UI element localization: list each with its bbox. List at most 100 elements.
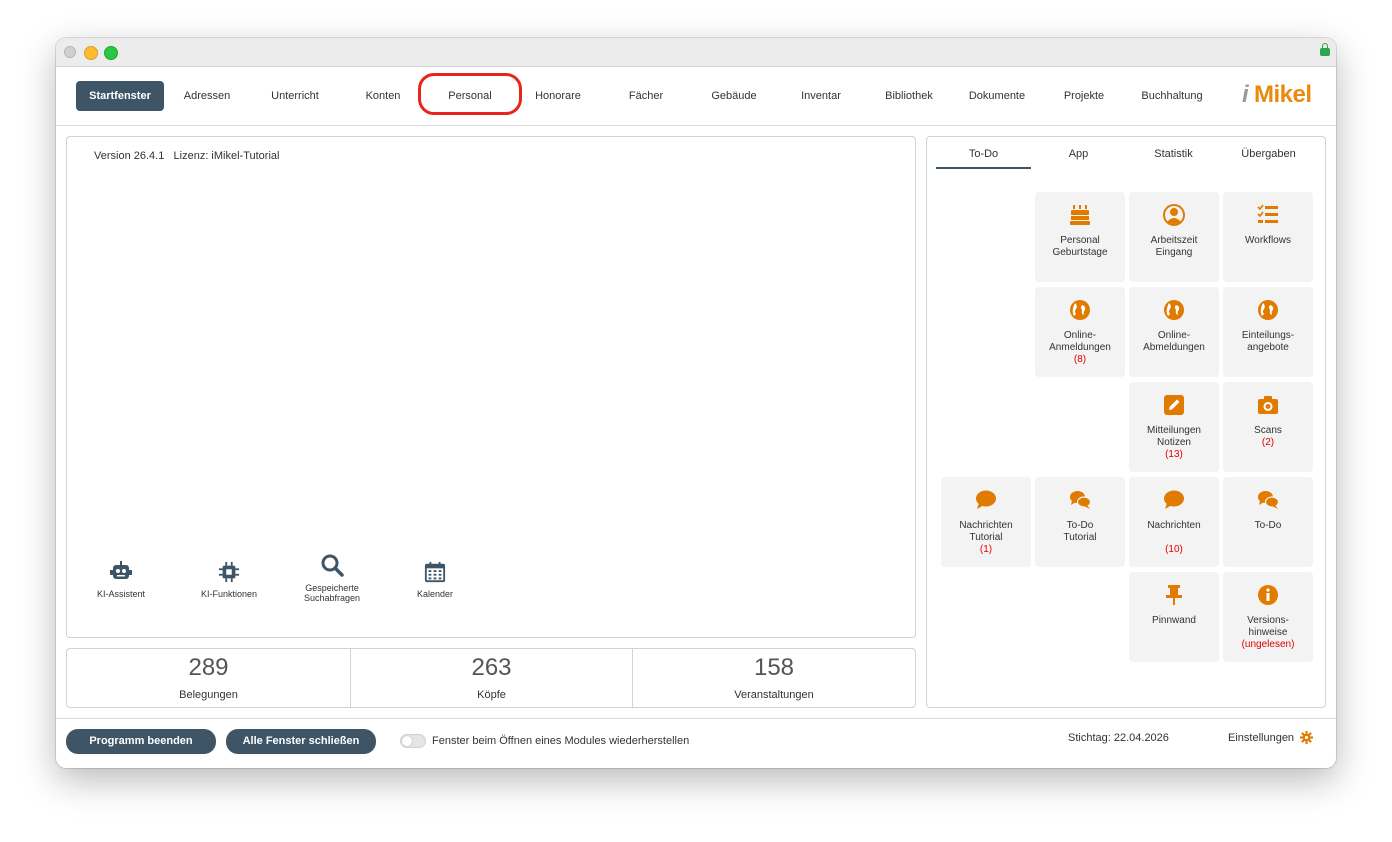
chat-icon bbox=[976, 490, 996, 509]
tile-label: Mitteilungen bbox=[1147, 425, 1201, 436]
search-icon bbox=[321, 554, 344, 577]
tile-versionshinweise[interactable]: Versions-hinweise (ungelesen) bbox=[1223, 572, 1313, 662]
tile-todo[interactable]: To-Do bbox=[1223, 477, 1313, 567]
tile-label: Scans bbox=[1254, 425, 1282, 436]
cake-icon bbox=[1070, 205, 1090, 225]
personal-highlight-ring bbox=[418, 73, 522, 115]
gespeicherte-suchabfragen-button[interactable]: Gespeicherte Suchabfragen bbox=[287, 553, 377, 603]
stat-koepfe[interactable]: 263 Köpfe bbox=[351, 649, 632, 707]
nav-konten[interactable]: Konten bbox=[344, 81, 422, 111]
tile-label: angebote bbox=[1247, 342, 1289, 353]
tile-label: Tutorial bbox=[969, 532, 1003, 543]
kalender-button[interactable]: Kalender bbox=[390, 561, 480, 599]
license-text: Lizenz: iMikel-Tutorial bbox=[173, 150, 280, 162]
pin-icon bbox=[1166, 585, 1182, 605]
tile-label: Personal bbox=[1060, 235, 1100, 246]
tile-label: Pinnwand bbox=[1152, 615, 1196, 626]
tile-workflows[interactable]: Workflows bbox=[1223, 192, 1313, 282]
imikel-logo: i Mikel bbox=[1242, 81, 1312, 108]
stat-value: 263 bbox=[471, 654, 512, 681]
settings-link[interactable]: Einstellungen bbox=[1228, 732, 1294, 744]
ki-funktionen-button[interactable]: KI-Funktionen bbox=[184, 561, 274, 599]
stats-bar: 289 Belegungen 263 Köpfe 158 Veranstaltu… bbox=[66, 648, 916, 708]
tile-nachrichten[interactable]: Nachrichten (10) bbox=[1129, 477, 1219, 567]
app-window: Startfenster Adressen Unterricht Konten … bbox=[56, 38, 1336, 768]
tile-count: (13) bbox=[1165, 449, 1183, 460]
close-all-windows-button[interactable]: Alle Fenster schließen bbox=[226, 729, 376, 754]
stat-label: Veranstaltungen bbox=[734, 689, 814, 701]
zoom-window-button[interactable] bbox=[104, 46, 118, 60]
nav-buchhaltung[interactable]: Buchhaltung bbox=[1133, 81, 1211, 111]
todo-panel: To-Do App Statistik Übergaben Personal Ge… bbox=[926, 136, 1326, 708]
tile-count: (2) bbox=[1261, 437, 1275, 448]
ki-assistent-label: KI-Assistent bbox=[96, 589, 145, 599]
tile-label: Nachrichten bbox=[1147, 520, 1201, 531]
tile-online-abmeldungen[interactable]: Online- Abmeldungen bbox=[1129, 287, 1219, 377]
kalender-label: Kalender bbox=[416, 589, 454, 599]
tile-todo-tutorial[interactable]: To-Do Tutorial bbox=[1035, 477, 1125, 567]
tile-einteilungsangebote[interactable]: Einteilungs-angebote bbox=[1223, 287, 1313, 377]
quit-program-button[interactable]: Programm beenden bbox=[66, 729, 216, 754]
restore-windows-toggle[interactable] bbox=[400, 734, 426, 748]
tile-label: Arbeitszeit bbox=[1150, 235, 1198, 246]
nav-dokumente[interactable]: Dokumente bbox=[958, 81, 1036, 111]
nav-inventar[interactable]: Inventar bbox=[782, 81, 860, 111]
tile-pinnwand[interactable]: Pinnwand bbox=[1129, 572, 1219, 662]
ki-assistent-button[interactable]: KI-Assistent bbox=[76, 561, 166, 599]
version-text: Version 26.4.1 bbox=[94, 150, 165, 162]
tile-label: Anmeldungen bbox=[1049, 342, 1111, 353]
gear-icon[interactable] bbox=[1300, 731, 1313, 744]
tile-label: Versions- bbox=[1247, 615, 1289, 626]
toggle-knob bbox=[402, 736, 412, 746]
tile-label: Online- bbox=[1063, 330, 1097, 341]
tile-label: Eingang bbox=[1155, 247, 1193, 258]
tile-mitteilungen-notizen[interactable]: Mitteilungen Notizen (13) bbox=[1129, 382, 1219, 472]
tile-nachrichten-tutorial[interactable]: Nachrichten Tutorial (1) bbox=[941, 477, 1031, 567]
stat-belegungen[interactable]: 289 Belegungen bbox=[67, 649, 350, 707]
nav-unterricht[interactable]: Unterricht bbox=[256, 81, 334, 111]
chat-icon bbox=[1164, 490, 1184, 509]
globe-icon bbox=[1258, 300, 1278, 320]
restore-windows-label: Fenster beim Öffnen eines Modules wieder… bbox=[432, 735, 690, 747]
suchabfragen-label: Suchabfragen bbox=[303, 593, 361, 603]
tile-label: Nachrichten bbox=[959, 520, 1013, 531]
tile-online-anmeldungen[interactable]: Online- Anmeldungen (8) bbox=[1035, 287, 1125, 377]
nav-faecher[interactable]: Fächer bbox=[607, 81, 685, 111]
tile-count: (10) bbox=[1165, 544, 1183, 555]
nav-gebaeude[interactable]: Gebäude bbox=[695, 81, 773, 111]
gespeicherte-label: Gespeicherte bbox=[305, 583, 359, 593]
tile-label: Workflows bbox=[1245, 235, 1291, 246]
nav-adressen[interactable]: Adressen bbox=[168, 81, 246, 111]
tile-arbeitszeit-eingang[interactable]: Arbeitszeit Eingang bbox=[1129, 192, 1219, 282]
footer-bar: Programm beenden Alle Fenster schließen … bbox=[56, 718, 1336, 768]
nav-projekte[interactable]: Projekte bbox=[1045, 81, 1123, 111]
globe-icon bbox=[1070, 300, 1090, 320]
globe-icon bbox=[1164, 300, 1184, 320]
chip-icon bbox=[218, 561, 240, 583]
tab-statistik[interactable]: Statistik bbox=[1126, 148, 1221, 160]
tile-count: (8) bbox=[1073, 354, 1087, 365]
tile-label: To-Do bbox=[1066, 520, 1094, 531]
ki-funktionen-label: KI-Funktionen bbox=[200, 589, 258, 599]
tile-label: Abmeldungen bbox=[1143, 342, 1205, 353]
tile-label: Online- bbox=[1157, 330, 1191, 341]
tile-count: (ungelesen) bbox=[1241, 639, 1295, 650]
tab-uebergaben[interactable]: Übergaben bbox=[1221, 148, 1316, 160]
tile-personal-geburtstage[interactable]: Personal Geburtstage bbox=[1035, 192, 1125, 282]
robot-icon bbox=[110, 561, 132, 579]
chats-icon bbox=[1070, 491, 1091, 509]
close-window-button[interactable] bbox=[64, 46, 76, 58]
lock-icon bbox=[1320, 43, 1330, 56]
stat-label: Belegungen bbox=[179, 689, 238, 701]
tile-scans[interactable]: Scans (2) bbox=[1223, 382, 1313, 472]
nav-startfenster[interactable]: Startfenster bbox=[76, 81, 164, 111]
nav-bibliothek[interactable]: Bibliothek bbox=[870, 81, 948, 111]
tab-todo[interactable]: To-Do bbox=[936, 148, 1031, 160]
title-bar bbox=[56, 38, 1336, 67]
minimize-window-button[interactable] bbox=[84, 46, 98, 60]
tab-app[interactable]: App bbox=[1031, 148, 1126, 160]
checklist-icon bbox=[1257, 204, 1278, 223]
active-tab-indicator bbox=[936, 167, 1031, 169]
nav-honorare[interactable]: Honorare bbox=[519, 81, 597, 111]
stat-veranstaltungen[interactable]: 158 Veranstaltungen bbox=[633, 649, 915, 707]
